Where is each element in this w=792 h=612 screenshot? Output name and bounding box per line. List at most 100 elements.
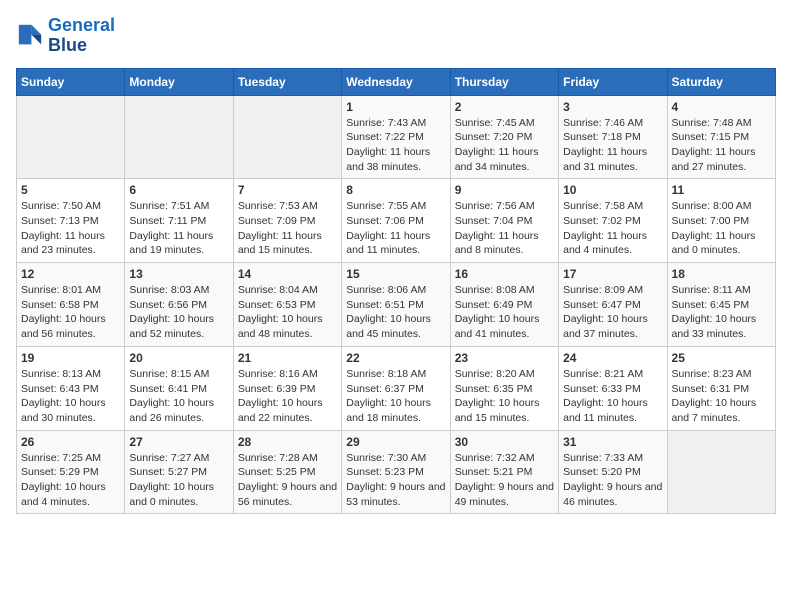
cell-content: Sunrise: 7:55 AMSunset: 7:06 PMDaylight:…	[346, 199, 445, 258]
day-header-wednesday: Wednesday	[342, 68, 450, 95]
day-number: 11	[672, 183, 771, 197]
cell-content: Sunrise: 8:04 AMSunset: 6:53 PMDaylight:…	[238, 283, 337, 342]
cell-content: Sunrise: 7:27 AMSunset: 5:27 PMDaylight:…	[129, 451, 228, 510]
calendar-cell	[17, 95, 125, 179]
calendar-cell: 11Sunrise: 8:00 AMSunset: 7:00 PMDayligh…	[667, 179, 775, 263]
day-number: 10	[563, 183, 662, 197]
calendar-cell: 16 Sunrise: 8:08 AMSunset: 6:49 PMDayligh…	[450, 263, 558, 347]
calendar-cell: 23 Sunrise: 8:20 AMSunset: 6:35 PMDayligh…	[450, 346, 558, 430]
calendar-cell: 12 Sunrise: 8:01 AMSunset: 6:58 PMDayligh…	[17, 263, 125, 347]
day-number: 25	[672, 351, 771, 365]
calendar-cell: 18 Sunrise: 8:11 AMSunset: 6:45 PMDayligh…	[667, 263, 775, 347]
cell-content: Sunrise: 7:46 AMSunset: 7:18 PMDaylight:…	[563, 116, 662, 175]
cell-content: Sunrise: 7:56 AMSunset: 7:04 PMDaylight:…	[455, 199, 554, 258]
day-number: 17	[563, 267, 662, 281]
calendar-cell: 21Sunrise: 8:16 AMSunset: 6:39 PMDayligh…	[233, 346, 341, 430]
day-number: 20	[129, 351, 228, 365]
day-header-tuesday: Tuesday	[233, 68, 341, 95]
calendar-cell: 30Sunrise: 7:32 AMSunset: 5:21 PMDayligh…	[450, 430, 558, 514]
week-row-2: 5 Sunrise: 7:50 AMSunset: 7:13 PMDaylight…	[17, 179, 776, 263]
day-number: 15	[346, 267, 445, 281]
cell-content: Sunrise: 7:53 AMSunset: 7:09 PMDaylight:…	[238, 199, 337, 258]
day-number: 1	[346, 100, 445, 114]
cell-content: Sunrise: 7:25 AMSunset: 5:29 PMDaylight:…	[21, 451, 120, 510]
calendar-table: SundayMondayTuesdayWednesdayThursdayFrid…	[16, 68, 776, 515]
day-header-thursday: Thursday	[450, 68, 558, 95]
calendar-body: 1 Sunrise: 7:43 AMSunset: 7:22 PMDaylight…	[17, 95, 776, 514]
cell-content: Sunrise: 8:16 AMSunset: 6:39 PMDaylight:…	[238, 367, 337, 426]
calendar-cell: 13Sunrise: 8:03 AMSunset: 6:56 PMDayligh…	[125, 263, 233, 347]
week-row-1: 1 Sunrise: 7:43 AMSunset: 7:22 PMDaylight…	[17, 95, 776, 179]
cell-content: Sunrise: 7:50 AMSunset: 7:13 PMDaylight:…	[21, 199, 120, 258]
day-number: 9	[455, 183, 554, 197]
cell-content: Sunrise: 8:18 AMSunset: 6:37 PMDaylight:…	[346, 367, 445, 426]
day-header-saturday: Saturday	[667, 68, 775, 95]
cell-content: Sunrise: 8:20 AMSunset: 6:35 PMDaylight:…	[455, 367, 554, 426]
calendar-cell: 31 Sunrise: 7:33 AMSunset: 5:20 PMDayligh…	[559, 430, 667, 514]
day-number: 31	[563, 435, 662, 449]
logo-icon	[16, 22, 44, 50]
calendar-cell: 24 Sunrise: 8:21 AMSunset: 6:33 PMDayligh…	[559, 346, 667, 430]
calendar-cell: 20 Sunrise: 8:15 AMSunset: 6:41 PMDayligh…	[125, 346, 233, 430]
cell-content: Sunrise: 7:43 AMSunset: 7:22 PMDaylight:…	[346, 116, 445, 175]
day-number: 3	[563, 100, 662, 114]
calendar-cell: 28 Sunrise: 7:28 AMSunset: 5:25 PMDayligh…	[233, 430, 341, 514]
calendar-cell: 2 Sunrise: 7:45 AMSunset: 7:20 PMDaylight…	[450, 95, 558, 179]
calendar-cell: 7 Sunrise: 7:53 AMSunset: 7:09 PMDaylight…	[233, 179, 341, 263]
cell-content: Sunrise: 7:45 AMSunset: 7:20 PMDaylight:…	[455, 116, 554, 175]
day-number: 22	[346, 351, 445, 365]
cell-content: Sunrise: 8:23 AMSunset: 6:31 PMDaylight:…	[672, 367, 771, 426]
day-header-monday: Monday	[125, 68, 233, 95]
calendar-cell: 22 Sunrise: 8:18 AMSunset: 6:37 PMDayligh…	[342, 346, 450, 430]
day-number: 29	[346, 435, 445, 449]
cell-content: Sunrise: 8:06 AMSunset: 6:51 PMDaylight:…	[346, 283, 445, 342]
calendar-cell	[667, 430, 775, 514]
day-number: 19	[21, 351, 120, 365]
calendar-cell: 4 Sunrise: 7:48 AMSunset: 7:15 PMDaylight…	[667, 95, 775, 179]
calendar-cell: 25 Sunrise: 8:23 AMSunset: 6:31 PMDayligh…	[667, 346, 775, 430]
day-number: 4	[672, 100, 771, 114]
cell-content: Sunrise: 8:03 AMSunset: 6:56 PMDaylight:…	[129, 283, 228, 342]
cell-content: Sunrise: 8:09 AMSunset: 6:47 PMDaylight:…	[563, 283, 662, 342]
cell-content: Sunrise: 8:08 AMSunset: 6:49 PMDaylight:…	[455, 283, 554, 342]
calendar-cell: 10 Sunrise: 7:58 AMSunset: 7:02 PMDayligh…	[559, 179, 667, 263]
calendar-cell: 19 Sunrise: 8:13 AMSunset: 6:43 PMDayligh…	[17, 346, 125, 430]
calendar-cell: 27 Sunrise: 7:27 AMSunset: 5:27 PMDayligh…	[125, 430, 233, 514]
calendar-cell: 26 Sunrise: 7:25 AMSunset: 5:29 PMDayligh…	[17, 430, 125, 514]
cell-content: Sunrise: 8:15 AMSunset: 6:41 PMDaylight:…	[129, 367, 228, 426]
cell-content: Sunrise: 7:32 AMSunset: 5:21 PMDaylight:…	[455, 451, 554, 510]
cell-content: Sunrise: 7:33 AMSunset: 5:20 PMDaylight:…	[563, 451, 662, 510]
cell-content: Sunrise: 7:28 AMSunset: 5:25 PMDaylight:…	[238, 451, 337, 510]
day-number: 5	[21, 183, 120, 197]
day-header-sunday: Sunday	[17, 68, 125, 95]
day-number: 18	[672, 267, 771, 281]
page-header: General Blue	[16, 16, 776, 56]
cell-content: Sunrise: 7:58 AMSunset: 7:02 PMDaylight:…	[563, 199, 662, 258]
day-number: 16	[455, 267, 554, 281]
day-number: 6	[129, 183, 228, 197]
calendar-header-row: SundayMondayTuesdayWednesdayThursdayFrid…	[17, 68, 776, 95]
day-number: 26	[21, 435, 120, 449]
day-number: 23	[455, 351, 554, 365]
day-number: 12	[21, 267, 120, 281]
day-number: 28	[238, 435, 337, 449]
cell-content: Sunrise: 7:51 AMSunset: 7:11 PMDaylight:…	[129, 199, 228, 258]
day-number: 8	[346, 183, 445, 197]
calendar-cell: 5 Sunrise: 7:50 AMSunset: 7:13 PMDaylight…	[17, 179, 125, 263]
calendar-cell: 14Sunrise: 8:04 AMSunset: 6:53 PMDayligh…	[233, 263, 341, 347]
day-number: 2	[455, 100, 554, 114]
calendar-cell: 8 Sunrise: 7:55 AMSunset: 7:06 PMDaylight…	[342, 179, 450, 263]
calendar-cell: 17 Sunrise: 8:09 AMSunset: 6:47 PMDayligh…	[559, 263, 667, 347]
day-number: 24	[563, 351, 662, 365]
cell-content: Sunrise: 8:13 AMSunset: 6:43 PMDaylight:…	[21, 367, 120, 426]
cell-content: Sunrise: 8:11 AMSunset: 6:45 PMDaylight:…	[672, 283, 771, 342]
cell-content: Sunrise: 8:21 AMSunset: 6:33 PMDaylight:…	[563, 367, 662, 426]
cell-content: Sunrise: 8:01 AMSunset: 6:58 PMDaylight:…	[21, 283, 120, 342]
calendar-cell	[233, 95, 341, 179]
week-row-5: 26 Sunrise: 7:25 AMSunset: 5:29 PMDayligh…	[17, 430, 776, 514]
calendar-cell: 6 Sunrise: 7:51 AMSunset: 7:11 PMDaylight…	[125, 179, 233, 263]
calendar-cell: 3 Sunrise: 7:46 AMSunset: 7:18 PMDaylight…	[559, 95, 667, 179]
cell-content: Sunrise: 7:48 AMSunset: 7:15 PMDaylight:…	[672, 116, 771, 175]
day-number: 7	[238, 183, 337, 197]
day-number: 27	[129, 435, 228, 449]
